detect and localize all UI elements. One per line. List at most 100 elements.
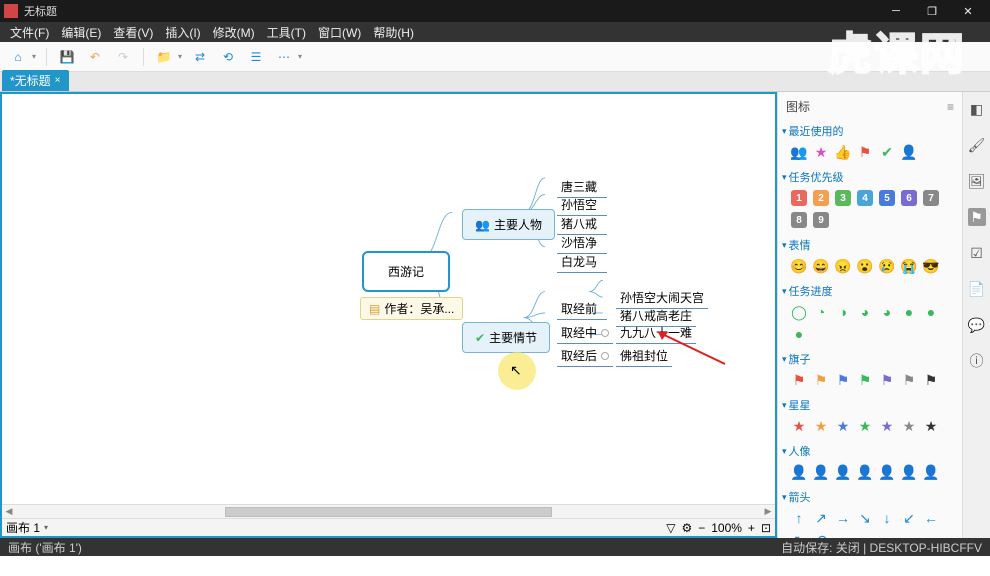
progress-icon[interactable]: ◔: [812, 303, 830, 321]
star-icon[interactable]: ★: [856, 417, 874, 435]
menu-file[interactable]: 文件(F): [4, 24, 55, 41]
priority-badge[interactable]: 4: [856, 189, 874, 207]
sync-icon[interactable]: ⟲: [218, 47, 238, 67]
arrow-icon[interactable]: →: [834, 509, 852, 527]
progress-icon[interactable]: ◕: [856, 303, 874, 321]
flag-icon[interactable]: ⚑: [790, 371, 808, 389]
flag-icon[interactable]: ⚑: [812, 371, 830, 389]
icon-flag[interactable]: ⚑: [856, 143, 874, 161]
flag-icon[interactable]: ⚑: [878, 371, 896, 389]
progress-icon[interactable]: ●: [790, 325, 808, 343]
filter-icon[interactable]: ▽: [666, 521, 675, 535]
emoji-icon[interactable]: 😎: [922, 257, 940, 275]
section-person[interactable]: 人像: [782, 441, 958, 461]
section-flag[interactable]: 旗子: [782, 349, 958, 369]
flag-icon[interactable]: ⚑: [834, 371, 852, 389]
leaf-node[interactable]: 取经前: [557, 298, 607, 320]
emoji-icon[interactable]: 😮: [856, 257, 874, 275]
emoji-icon[interactable]: 😠: [834, 257, 852, 275]
priority-badge[interactable]: 8: [790, 211, 808, 229]
canvas[interactable]: 西游记 ▤作者：吴承... 👥主要人物 唐三藏 孙悟空 猪八戒 沙悟净 白龙马 …: [2, 94, 775, 504]
menu-window[interactable]: 窗口(W): [312, 24, 367, 41]
star-icon[interactable]: ★: [922, 417, 940, 435]
section-priority[interactable]: 任务优先级: [782, 167, 958, 187]
section-progress[interactable]: 任务进度: [782, 281, 958, 301]
menu-modify[interactable]: 修改(M): [207, 24, 261, 41]
icon-check[interactable]: ✔: [878, 143, 896, 161]
leaf-node[interactable]: 取经后: [557, 345, 613, 367]
emoji-icon[interactable]: 😭: [900, 257, 918, 275]
progress-icon[interactable]: ●: [900, 303, 918, 321]
panel-menu-icon[interactable]: ≡: [947, 100, 954, 114]
arrow-icon[interactable]: ↗: [812, 509, 830, 527]
home-icon[interactable]: ⌂: [8, 47, 28, 67]
person-icon[interactable]: 👤: [922, 463, 940, 481]
undo-icon[interactable]: ↶: [85, 47, 105, 67]
strip-outline-icon[interactable]: ◧: [968, 100, 986, 118]
menu-help[interactable]: 帮助(H): [367, 24, 420, 41]
star-icon[interactable]: ★: [900, 417, 918, 435]
progress-icon[interactable]: ●: [922, 303, 940, 321]
zoom-level[interactable]: 100%: [711, 521, 742, 535]
branch-plot[interactable]: ✔主要情节: [462, 322, 550, 353]
strip-comments-icon[interactable]: 💬: [968, 316, 986, 334]
menu-edit[interactable]: 编辑(E): [55, 24, 107, 41]
leaf-node[interactable]: 取经中: [557, 322, 613, 344]
arrow-icon[interactable]: ←: [922, 509, 940, 527]
person-icon[interactable]: 👤: [812, 463, 830, 481]
redo-icon[interactable]: ↷: [113, 47, 133, 67]
progress-icon[interactable]: ◕: [878, 303, 896, 321]
star-icon[interactable]: ★: [878, 417, 896, 435]
zoom-out-icon[interactable]: −: [698, 521, 705, 535]
icon-star[interactable]: ★: [812, 143, 830, 161]
arrow-icon[interactable]: ↖: [790, 531, 808, 538]
icon-person[interactable]: 👥: [790, 143, 808, 161]
flag-icon[interactable]: ⚑: [856, 371, 874, 389]
priority-badge[interactable]: 5: [878, 189, 896, 207]
menu-view[interactable]: 查看(V): [107, 24, 159, 41]
chevron-down-icon[interactable]: ▾: [44, 523, 48, 532]
save-icon[interactable]: 💾: [57, 47, 77, 67]
person-icon[interactable]: 👤: [856, 463, 874, 481]
emoji-icon[interactable]: 😊: [790, 257, 808, 275]
person-icon[interactable]: 👤: [900, 463, 918, 481]
section-recent[interactable]: 最近使用的: [782, 121, 958, 141]
share-icon[interactable]: ⇄: [190, 47, 210, 67]
progress-icon[interactable]: ◑: [834, 303, 852, 321]
priority-badge[interactable]: 9: [812, 211, 830, 229]
arrow-icon[interactable]: ↙: [900, 509, 918, 527]
section-smiley[interactable]: 表情: [782, 235, 958, 255]
arrow-icon[interactable]: ⟲: [812, 531, 830, 538]
fit-icon[interactable]: ⊡: [761, 521, 771, 535]
strip-task-icon[interactable]: ☑: [968, 244, 986, 262]
icon-thumb[interactable]: 👍: [834, 143, 852, 161]
emoji-icon[interactable]: 😢: [878, 257, 896, 275]
leaf-node[interactable]: 白龙马: [557, 251, 607, 273]
arrow-icon[interactable]: ↑: [790, 509, 808, 527]
scroll-right-icon[interactable]: ▶: [761, 505, 775, 519]
sheet-selector[interactable]: 画布 1: [6, 519, 40, 536]
person-icon[interactable]: 👤: [790, 463, 808, 481]
priority-badge[interactable]: 2: [812, 189, 830, 207]
emoji-icon[interactable]: 😄: [812, 257, 830, 275]
icon-user[interactable]: 👤: [900, 143, 918, 161]
star-icon[interactable]: ★: [834, 417, 852, 435]
folder-icon[interactable]: 📁: [154, 47, 174, 67]
flag-icon[interactable]: ⚑: [922, 371, 940, 389]
priority-badge[interactable]: 6: [900, 189, 918, 207]
scroll-left-icon[interactable]: ◀: [2, 505, 16, 519]
branch-characters[interactable]: 👥主要人物: [462, 209, 555, 240]
arrow-icon[interactable]: ↓: [878, 509, 896, 527]
strip-format-icon[interactable]: 🖌: [968, 136, 986, 154]
tab-close-icon[interactable]: ×: [55, 75, 61, 86]
menu-tools[interactable]: 工具(T): [261, 24, 312, 41]
arrow-icon[interactable]: ↘: [856, 509, 874, 527]
more-icon[interactable]: ⋯: [274, 47, 294, 67]
priority-badge[interactable]: 1: [790, 189, 808, 207]
strip-notes-icon[interactable]: 📄: [968, 280, 986, 298]
progress-icon[interactable]: ◯: [790, 303, 808, 321]
strip-marker-icon[interactable]: ⚑: [968, 208, 986, 226]
section-star[interactable]: 星星: [782, 395, 958, 415]
strip-info-icon[interactable]: ⓘ: [968, 352, 986, 370]
author-note[interactable]: ▤作者：吴承...: [360, 297, 463, 320]
